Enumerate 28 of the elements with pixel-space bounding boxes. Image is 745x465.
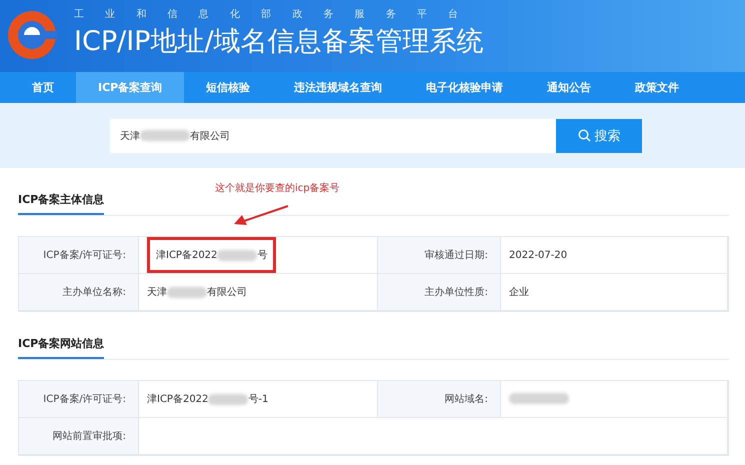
system-title: ICP/IP地址/域名信息备案管理系统 [74,25,484,59]
field-label: 审核通过日期: [378,237,501,274]
search-button[interactable]: 搜索 [556,118,642,152]
nav-tab[interactable]: 政策文件 [613,72,702,103]
field-label: 网站域名: [378,381,501,418]
field-label: 主办单位性质: [378,274,501,311]
search-icon [578,129,590,142]
field-label: ICP备案/许可证号: [19,237,139,274]
search-field[interactable]: 天津 有限公司 [110,118,556,152]
platform-subtitle: 工 业 和 信 息 化 部 政 务 服 务 平 台 [74,8,468,21]
annotation-note: 这个就是你要查的icp备案号 [215,182,340,195]
field-value: 2022-07-20 [509,250,568,260]
field-label: ICP备案/许可证号: [19,381,139,418]
field-value: 天津 有限公司 [147,286,247,299]
nav-tab[interactable]: 电子化核验申请 [404,72,526,103]
nav-tab[interactable]: ICP备案查询 [76,72,184,103]
nav-tab[interactable]: 首页 [10,72,76,103]
section-title: ICP备案网站信息 [18,336,104,359]
field-label: 网站前置审批项: [19,418,139,455]
section-title: ICP备案主体信息 [18,192,104,215]
field-value: 津ICP备2022 号 [147,237,276,273]
nav-tab[interactable]: 违法违规域名查询 [272,72,404,103]
annotation-arrow [234,205,288,225]
field-label: 主办单位名称: [19,274,139,311]
field-value: 企业 [509,286,529,299]
field-value: 津ICP备2022 号-1 [147,392,268,406]
nav-tab[interactable]: 通知公告 [525,72,614,103]
nav-tab[interactable]: 短信核验 [184,72,272,103]
